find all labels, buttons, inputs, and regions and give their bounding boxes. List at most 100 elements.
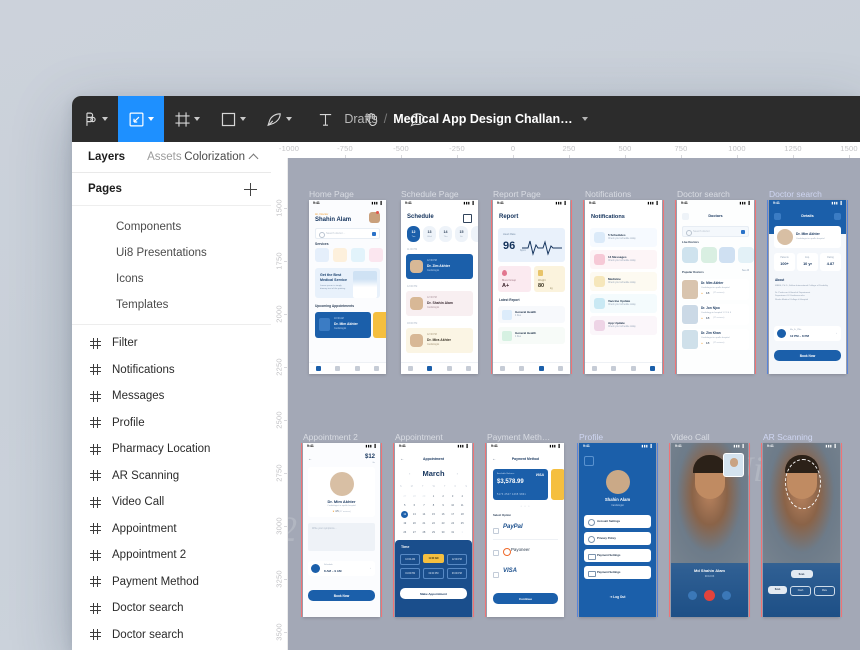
layer-item-ar-scanning[interactable]: AR Scanning [72,463,271,490]
screen-profile[interactable]: 9:41 ▮▮▮ ▐ Shahin Alam Cardiologist Accou… [579,443,656,617]
day-chip-partial[interactable] [471,226,478,242]
balance-card[interactable]: Available Balance $3,578.99 5173 2547 44… [493,469,548,500]
next-month-button[interactable]: › [457,471,458,476]
screen-ar-scanning[interactable]: 9:41 ▮▮▮ ▐ Scan Scan Flash Mute [763,443,840,617]
service-icon-doctor[interactable] [315,248,329,262]
filter-icon[interactable] [372,231,376,236]
page-item-icons[interactable]: Icons [72,266,271,292]
notification-row[interactable]: 5 Schedules Check your schedule today [590,228,657,247]
calendar-day-muted[interactable]: 29 [419,495,429,498]
frame-ar-scanning[interactable]: AR Scanning 9:41 ▮▮▮ ▐ Scan Scan Flash M… [761,432,842,617]
screen-appointment-2[interactable]: 9:41 ▮▮▮ ▐ ← $12 /hr Dr. Mim Akhter Cardi… [303,443,380,617]
calendar-day[interactable]: 3 [448,495,458,498]
scan-primary-button[interactable]: Scan [790,570,813,578]
make-appointment-button[interactable]: Make Appointment [400,588,467,599]
nav-home-icon[interactable] [316,366,322,371]
canvas[interactable]: -1000 -750 -500 -250 0 250 500 750 1000 … [271,142,860,650]
page-item-components[interactable]: Components [72,214,271,240]
time-slot[interactable]: 12:00 PM [446,554,467,565]
screen-payment-method[interactable]: 9:41 ▮▮▮ ▐ ← Payment Method Available Bal… [487,443,564,617]
symptoms-textarea[interactable]: Write your symptoms… [308,523,375,551]
service-icon-more[interactable] [369,248,383,262]
frame-label[interactable]: Appointment 2 [303,432,358,442]
time-slot-grid[interactable]: 10:00 AM 11:00 AM 12:00 PM 01:00 PM 02:0… [400,554,467,579]
frame-tool-icon[interactable] [164,96,210,142]
bottom-nav[interactable] [309,362,386,374]
shape-tool-icon[interactable] [210,96,256,142]
time-slot-row[interactable]: Schedule 8 AM – 9 AM › [308,561,375,576]
frame-label[interactable]: Report Page [493,189,541,199]
frame-appointment-2[interactable]: Appointment 2 9:41 ▮▮▮ ▐ ← $12 /hr Dr. Mi… [301,432,382,617]
calendar-icon[interactable] [463,214,472,223]
checkbox[interactable] [493,550,499,556]
frame-doctor-search-list[interactable]: Doctor search 9:41 ▮▮▮ ▐ Doctors Search d… [675,189,756,374]
nav-home-icon[interactable] [500,366,506,371]
layer-item-doctor-search-1[interactable]: Doctor search [72,595,271,622]
frame-label[interactable]: Home Page [309,189,354,199]
live-avatar[interactable] [700,247,717,263]
book-now-button[interactable]: Book Now [308,590,375,601]
time-slot[interactable]: 10:00 AM [400,554,421,565]
day-chip[interactable]: 14 Thu [439,226,452,242]
comment-tool-icon[interactable] [394,96,440,142]
calendar-day-muted[interactable]: 27 [400,495,410,498]
checkbox[interactable] [493,572,499,578]
screen-video-call[interactable]: 9:41 ▮▮▮ ▐ Md Shahin Alam 00:10:03 [671,443,748,617]
live-avatar[interactable] [737,247,754,263]
move-tool-icon[interactable] [118,96,164,142]
canvas-surface[interactable]: Ui2. 2 Home Page 9:41 ▮▮▮ ▐ Hi, Doctor S… [287,158,860,650]
calendar-day-selected[interactable]: 12 [401,511,409,518]
calendar-day-muted[interactable]: 1 [457,531,467,534]
frame-label[interactable]: Video Call [671,432,710,442]
nav-schedule-icon[interactable] [611,366,617,371]
service-icon-pharmacy[interactable] [333,248,347,262]
calendar-day[interactable]: 24 [448,522,458,525]
calendar-day[interactable]: 10 [448,504,458,507]
hand-tool-icon[interactable] [348,96,394,142]
prev-month-button[interactable]: ‹ [409,471,410,476]
day-chip[interactable]: 13 Wed [423,226,436,242]
ar-button-row[interactable]: Scan Flash Mute [768,586,835,596]
calendar-day[interactable]: 14 [419,513,429,516]
edit-button[interactable] [834,213,841,220]
nav-profile-icon[interactable] [649,366,655,371]
calendar-day[interactable]: 26 [400,531,410,534]
screen-report-page[interactable]: 9:41 ▮▮▮ ▐ Report Heart Rate 96 bpm Bloo… [493,200,570,374]
frame-doctor-details[interactable]: Doctor search 9:41 ▮▮▮ ▐ Details Dr. Mim … [767,189,848,374]
nav-schedule-icon[interactable] [519,366,525,371]
calendar-day[interactable]: 7 [419,504,429,507]
tab-assets[interactable]: Assets [147,151,182,163]
calendar-day[interactable]: 13 [410,513,420,516]
doctor-summary-card[interactable]: Dr. Mim Akhter Cardiologist in apollo ho… [774,226,841,248]
nav-profile-icon[interactable] [557,366,563,371]
bottom-nav[interactable] [585,362,662,374]
calendar-day[interactable]: 4 [457,495,467,498]
frame-schedule-page[interactable]: Schedule Page 9:41▮▮▮ ▐ Schedule 12 Tue [401,189,478,374]
calendar-day[interactable]: 27 [410,531,420,534]
layer-item-pharmacy-location[interactable]: Pharmacy Location [72,436,271,463]
tab-layers[interactable]: Layers [88,151,125,163]
flash-button[interactable]: Flash [790,586,811,596]
doctor-row[interactable]: Dr. Jon Njoo Cardiology in hospital 1 2 … [682,304,749,325]
pen-tool-icon[interactable] [256,96,302,142]
end-call-button[interactable] [704,590,715,601]
calendar-day[interactable]: 31 [448,531,458,534]
chevron-down-icon[interactable] [581,117,588,121]
frame-home-page[interactable]: Home Page 9:41 ▮▮▮ ▐ Hi, Doctor Shahin A… [309,189,386,374]
scan-button[interactable]: Scan [768,586,787,594]
menu-item-account-settings[interactable]: Account Settings [584,515,651,528]
nav-profile-icon[interactable] [373,366,379,371]
notification-row[interactable]: App Update Check your schedule today [590,316,657,335]
bottom-nav[interactable] [493,362,570,374]
frame-label[interactable]: Notifications [585,189,631,199]
frame-label[interactable]: Profile [579,432,603,442]
nav-profile-icon[interactable] [465,366,471,371]
frame-label[interactable]: AR Scanning [763,432,813,442]
notification-row[interactable]: Vaccine Update Check your schedule today [590,294,657,313]
book-now-button[interactable]: Book Now [774,350,841,361]
live-avatar[interactable] [719,247,735,263]
calendar-day[interactable]: 2 [438,495,448,498]
calendar-day[interactable]: 23 [438,522,448,525]
continue-button[interactable]: Continue [493,593,558,604]
search-input[interactable]: Search doctor… [315,228,380,239]
